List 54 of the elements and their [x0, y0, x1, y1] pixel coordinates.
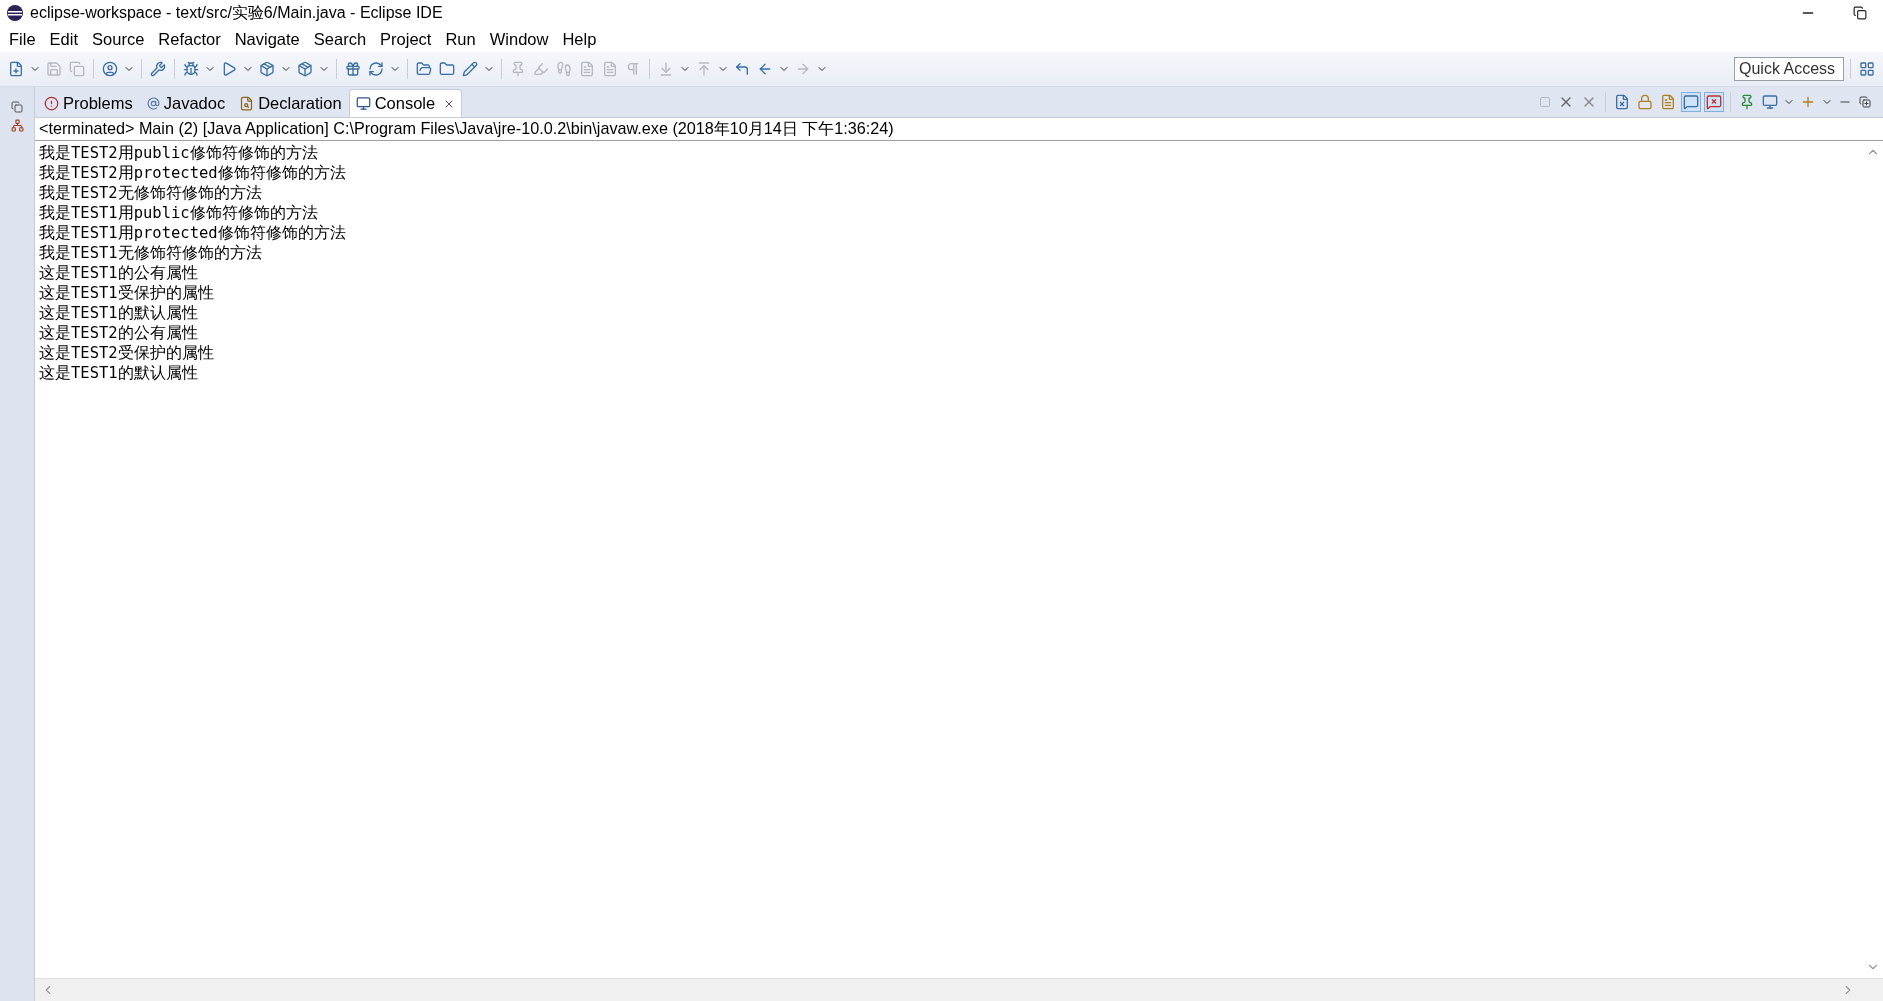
save-button[interactable]: [44, 59, 64, 79]
console-line: 这是TEST1的公有属性: [39, 263, 199, 283]
menu-item[interactable]: Help: [555, 27, 604, 51]
menu-item[interactable]: File: [2, 27, 43, 51]
scroll-lock-button[interactable]: [1635, 92, 1655, 112]
console-line: 我是TEST2无修饰符修饰的方法: [39, 183, 263, 203]
menu-item[interactable]: Source: [85, 27, 152, 51]
menu-item[interactable]: Edit: [42, 27, 86, 51]
save-all-button[interactable]: [67, 59, 87, 79]
menu-item[interactable]: Project: [373, 27, 439, 51]
restore-view-icon[interactable]: [11, 101, 23, 113]
console-line: 我是TEST1无修饰符修饰的方法: [39, 243, 263, 263]
view-tab[interactable]: Console: [348, 89, 463, 117]
console-line: 这是TEST1受保护的属性: [39, 283, 215, 303]
console-line: 我是TEST1用protected修饰符修饰的方法: [39, 223, 347, 243]
toggle-button[interactable]: [1681, 92, 1701, 112]
footprints-button[interactable]: [554, 59, 574, 79]
menu-item[interactable]: Run: [438, 27, 483, 51]
declaration-icon: [239, 96, 255, 111]
wrench-button[interactable]: [148, 59, 168, 79]
console-header: <terminated> Main (2) [Java Application] C:\Program Files\Java\jre-10.0.2\bin\javaw.exe (2018年10月14日 下午1:36:24): [39, 118, 894, 139]
console-line: 这是TEST2受保护的属性: [39, 343, 215, 363]
hierarchy-icon[interactable]: [10, 119, 24, 132]
person-button[interactable]: [100, 59, 120, 79]
monitor-icon: [355, 96, 371, 111]
view-tab[interactable]: Problems: [37, 89, 140, 117]
console-line: 我是TEST2用protected修饰符修饰的方法: [39, 163, 347, 183]
package-button[interactable]: [295, 59, 315, 79]
display-console-button[interactable]: [1760, 92, 1780, 112]
console-line: 这是TEST2的公有属性: [39, 323, 199, 343]
problems-icon: [44, 96, 59, 111]
view-tab[interactable]: Javadoc: [139, 89, 233, 117]
console-line: 这是TEST1的默认属性: [39, 303, 199, 323]
at-icon: [146, 97, 160, 110]
terminate-button[interactable]: [1537, 94, 1553, 110]
view-tab[interactable]: Declaration: [232, 89, 349, 117]
quick-access-field[interactable]: Quick Access: [1734, 57, 1844, 81]
console-line: 这是TEST1的默认属性: [39, 363, 199, 383]
refresh-button[interactable]: [366, 59, 386, 79]
menu-item[interactable]: Search: [306, 27, 374, 51]
window-title: eclipse-workspace - text/src/实验6/Main.java - Eclipse IDE: [30, 2, 444, 23]
maximize-view-button[interactable]: [1857, 94, 1873, 110]
menu-item[interactable]: Refactor: [151, 27, 228, 51]
toggle-button[interactable]: [1704, 92, 1724, 112]
box-button[interactable]: [343, 59, 363, 79]
menu-item[interactable]: Navigate: [227, 27, 307, 51]
eclipse-logo-icon: [6, 4, 24, 22]
console-line: 我是TEST1用public修饰符修饰的方法: [39, 203, 319, 223]
open-perspective-button[interactable]: [1857, 59, 1877, 79]
restore-icon[interactable]: [1853, 6, 1867, 20]
pencil-button[interactable]: [460, 59, 480, 79]
console-line: 我是TEST2用public修饰符修饰的方法: [39, 143, 319, 163]
package-button[interactable]: [257, 59, 277, 79]
menu-item[interactable]: Window: [482, 27, 556, 51]
